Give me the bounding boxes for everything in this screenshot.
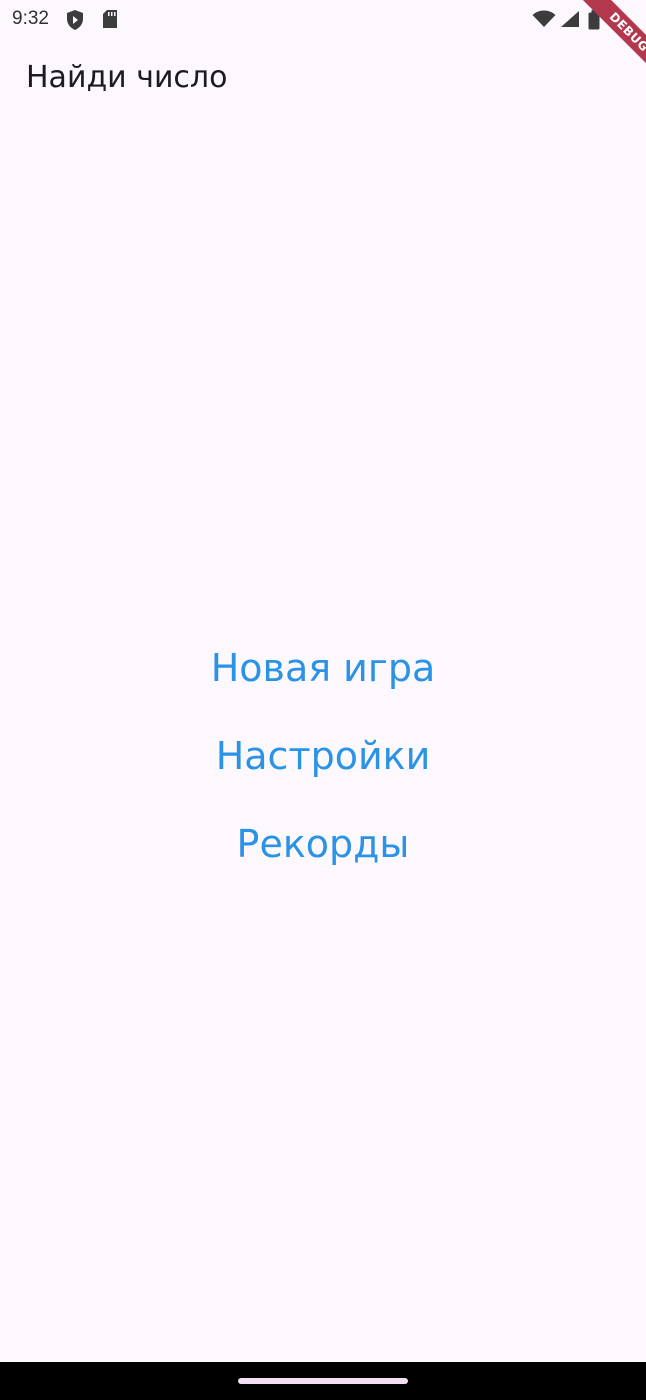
home-gesture-handle[interactable] — [238, 1378, 408, 1384]
records-button[interactable]: Рекорды — [0, 800, 646, 888]
status-time: 9:32 — [12, 8, 49, 29]
sd-card-icon — [102, 9, 118, 33]
debug-banner: DEBUG — [556, 0, 646, 90]
settings-button[interactable]: Настройки — [0, 712, 646, 800]
main-menu: Новая игра Настройки Рекорды — [0, 624, 646, 888]
shield-icon — [66, 9, 84, 35]
status-bar: 9:32 — [0, 0, 646, 40]
system-navigation-bar — [0, 1362, 646, 1400]
wifi-icon — [532, 10, 556, 32]
debug-banner-label: DEBUG — [575, 0, 646, 86]
new-game-button[interactable]: Новая игра — [0, 624, 646, 712]
page-title: Найди число — [26, 60, 228, 95]
